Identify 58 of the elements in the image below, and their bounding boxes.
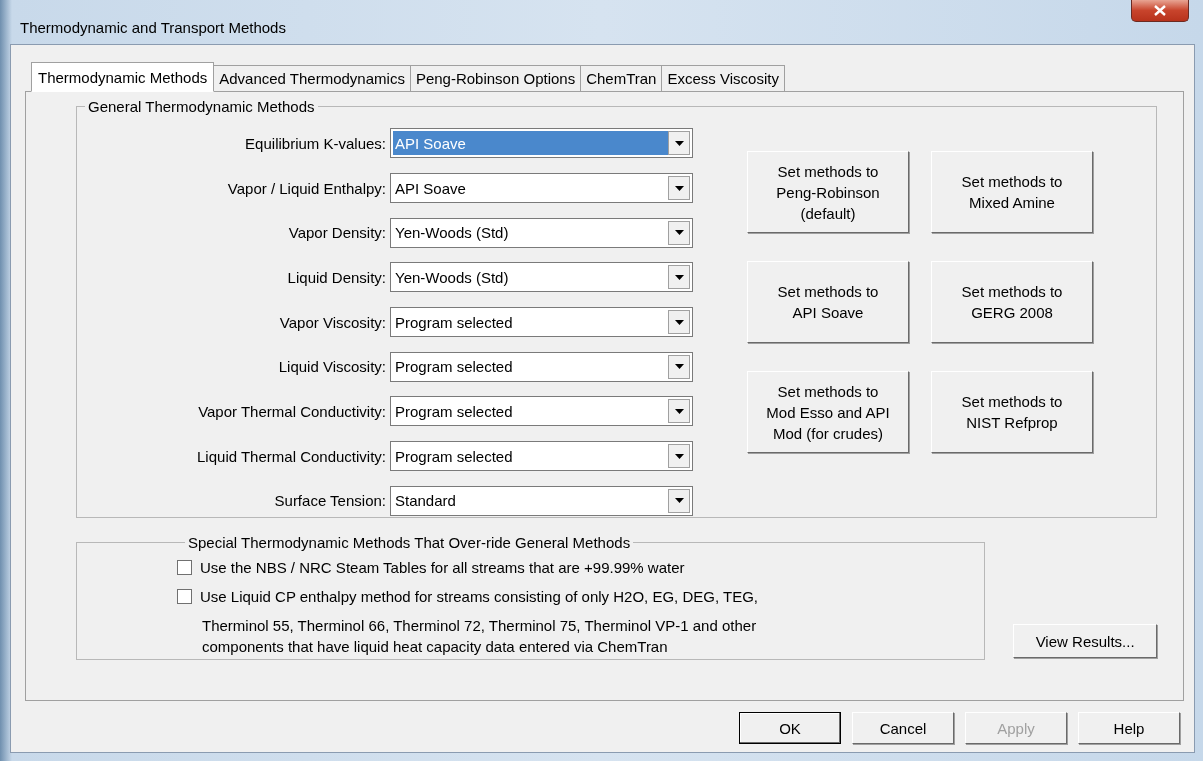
dialog-button[interactable]: Help [1078, 712, 1180, 744]
dropdown-button[interactable] [668, 265, 690, 290]
dropdown-button[interactable] [668, 399, 690, 424]
dialog-button[interactable]: Cancel [852, 712, 954, 744]
dropdown[interactable]: API Soave [390, 173, 693, 204]
preset-button[interactable]: Set methods to Mixed Amine [931, 151, 1093, 233]
caret-icon [674, 319, 684, 325]
dropdown-button[interactable] [668, 310, 690, 335]
preset-button[interactable]: Set methods to GERG 2008 [931, 261, 1093, 343]
preset-button[interactable]: Set methods to Mod Esso and API Mod (for crudes) [747, 371, 909, 453]
field-label: Equilibrium K-values: [244, 134, 387, 152]
checkbox-label: Use Liquid CP enthalpy method for streams consisting of only H2O, EG, DEG, TEG, [200, 587, 759, 605]
dropdown-button[interactable] [668, 131, 690, 156]
caret-icon [674, 498, 684, 504]
checkbox[interactable] [177, 588, 192, 604]
dropdown-button[interactable] [668, 220, 690, 245]
option-description: Therminol 55, Therminol 66, Therminol 72, Therminol 75, Therminol VP-1 and other components that have liquid heat capacity data entered via ChemTran [201, 616, 758, 657]
field-label: Surface Tension: [273, 492, 387, 510]
dropdown[interactable]: API Soave [390, 128, 693, 159]
dropdown[interactable]: Program selected [390, 396, 693, 427]
dropdown-button[interactable] [668, 354, 690, 379]
caret-icon [674, 274, 684, 280]
preset-button[interactable]: Set methods to API Soave [747, 261, 909, 343]
dropdown[interactable]: Program selected [390, 441, 693, 472]
view-results-button[interactable]: View Results... [1013, 624, 1157, 658]
field-label: Vapor / Liquid Enthalpy: [226, 179, 387, 197]
preset-button[interactable]: Set methods to Peng-Robinson (default) [747, 151, 909, 233]
dropdown[interactable]: Standard [390, 485, 693, 516]
field-label: Liquid Density: [286, 268, 387, 286]
caret-icon [674, 185, 684, 191]
dropdown[interactable]: Program selected [390, 351, 693, 382]
caret-icon [674, 453, 684, 459]
dropdown[interactable]: Yen-Woods (Std) [390, 262, 693, 293]
dropdown[interactable]: Program selected [390, 307, 693, 338]
caret-icon [674, 364, 684, 370]
close-button[interactable] [1131, 0, 1189, 22]
caret-icon [674, 408, 684, 414]
field-label: Vapor Density: [287, 224, 387, 242]
dropdown-button[interactable] [668, 444, 690, 469]
tab[interactable]: Thermodynamic Methods [31, 62, 215, 92]
checkbox[interactable] [177, 559, 192, 575]
window-title: Thermodynamic and Transport Methods [19, 18, 286, 36]
field-label: Liquid Viscosity: [277, 358, 387, 376]
close-icon [1154, 5, 1166, 16]
field-label: Vapor Viscosity: [278, 313, 387, 331]
field-label: Vapor Thermal Conductivity: [197, 402, 387, 420]
checkbox-label: Use the NBS / NRC Steam Tables for all streams that are +99.99% water [200, 558, 685, 576]
group-title: General Thermodynamic Methods [87, 98, 316, 115]
preset-button[interactable]: Set methods to NIST Refprop [931, 371, 1093, 453]
caret-icon [674, 140, 684, 146]
dropdown[interactable]: Yen-Woods (Std) [390, 217, 693, 248]
caret-icon [674, 230, 684, 236]
dropdown-button[interactable] [668, 176, 690, 201]
group-title: Special Thermodynamic Methods That Over-ride General Methods [187, 534, 632, 551]
dropdown-button[interactable] [668, 488, 690, 513]
tab[interactable]: Excess Viscosity [661, 65, 785, 91]
dialog-button[interactable]: OK [739, 712, 841, 744]
field-label: Liquid Thermal Conductivity: [196, 447, 387, 465]
